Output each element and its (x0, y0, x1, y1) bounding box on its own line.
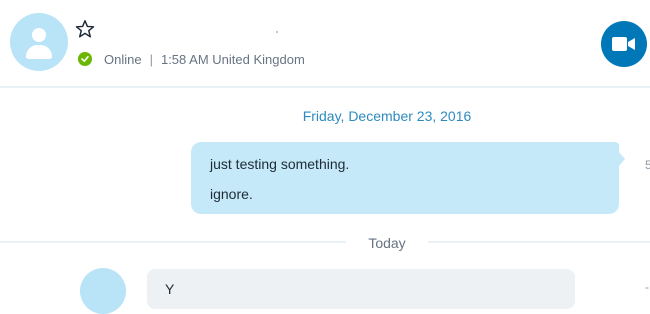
online-check-icon (78, 52, 92, 66)
today-divider-line-left (0, 241, 346, 243)
date-divider: Friday, December 23, 2016 (302, 108, 472, 124)
sent-message-bubble[interactable]: just testing something. ignore. (191, 142, 619, 214)
chat-header: Online | 1:58 AM United Kingdom (0, 0, 650, 86)
header-dot (276, 31, 278, 33)
local-time-location: 1:58 AM United Kingdom (160, 51, 305, 67)
avatar-shoulders-shape (26, 45, 52, 59)
today-divider-line-right (428, 241, 650, 243)
message-line-2: ignore. (210, 186, 253, 202)
video-call-icon (612, 37, 635, 51)
presence-row: Online | 1:58 AM United Kingdom (78, 51, 305, 67)
today-divider: Today (368, 235, 406, 251)
header-divider (0, 86, 650, 88)
message-line-1: just testing something. (210, 156, 350, 172)
video-call-button[interactable] (601, 21, 647, 67)
avatar-head-shape (32, 28, 46, 42)
incoming-timestamp-fragment: - (645, 280, 649, 294)
presence-status: Online (104, 51, 142, 67)
presence-separator: | (149, 51, 153, 67)
star-icon[interactable] (74, 18, 96, 40)
contact-avatar[interactable] (10, 13, 68, 71)
incoming-message-text: Y (165, 281, 175, 297)
incoming-message-bubble[interactable]: Y (147, 269, 575, 309)
message-timestamp-fragment: 5 (645, 158, 650, 172)
sender-avatar[interactable] (80, 268, 126, 314)
bubble-tail (619, 152, 625, 166)
